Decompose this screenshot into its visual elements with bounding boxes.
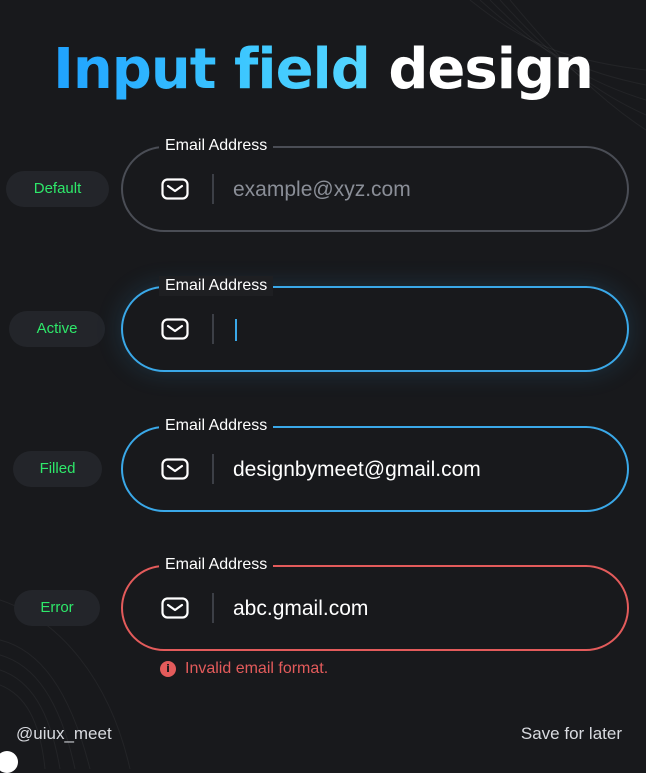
field-divider [212,593,214,623]
input-row-active: Active Email Address [0,276,646,374]
avatar [0,751,18,773]
email-input-value[interactable]: abc.gmail.com [233,595,368,623]
mail-icon [161,178,189,200]
input-row-error: Error Email Address abc.gmail.com [0,555,646,653]
state-pill-error: Error [14,590,100,626]
error-info-icon: i [160,661,176,677]
title-rest-text: design [388,37,594,102]
mail-icon [161,458,189,480]
mail-icon [161,597,189,619]
author-handle: @uiux_meet [16,724,112,743]
error-message: i Invalid email format. [160,658,328,680]
state-pill-active: Active [9,311,105,347]
mail-icon [161,318,189,340]
email-input-value[interactable]: designbymeet@gmail.com [233,456,481,484]
text-caret [235,319,237,341]
email-field-filled[interactable]: Email Address designbymeet@gmail.com [121,416,629,512]
field-label: Email Address [159,555,274,575]
field-divider [212,174,214,204]
title-accent-text: Input field [53,37,371,102]
input-row-filled: Filled Email Address designbymeet@gmail.… [0,416,646,514]
email-field-error[interactable]: Email Address abc.gmail.com [121,555,629,651]
input-row-default: Default Email Address example@xyz.com [0,136,646,234]
page-title: Input field design [0,36,646,104]
email-field-active[interactable]: Email Address [121,276,629,372]
email-field-default[interactable]: Email Address example@xyz.com [121,136,629,232]
field-divider [212,314,214,344]
state-pill-filled: Filled [13,451,102,487]
error-message-text: Invalid email format. [185,660,329,677]
email-input-placeholder[interactable]: example@xyz.com [233,176,411,204]
save-for-later-button[interactable]: Save for later [521,724,622,744]
background-wave-lines [0,0,646,769]
field-divider [212,454,214,484]
field-label: Email Address [159,276,274,296]
state-pill-default: Default [6,171,109,207]
field-label: Email Address [159,416,274,436]
field-label: Email Address [159,136,274,156]
